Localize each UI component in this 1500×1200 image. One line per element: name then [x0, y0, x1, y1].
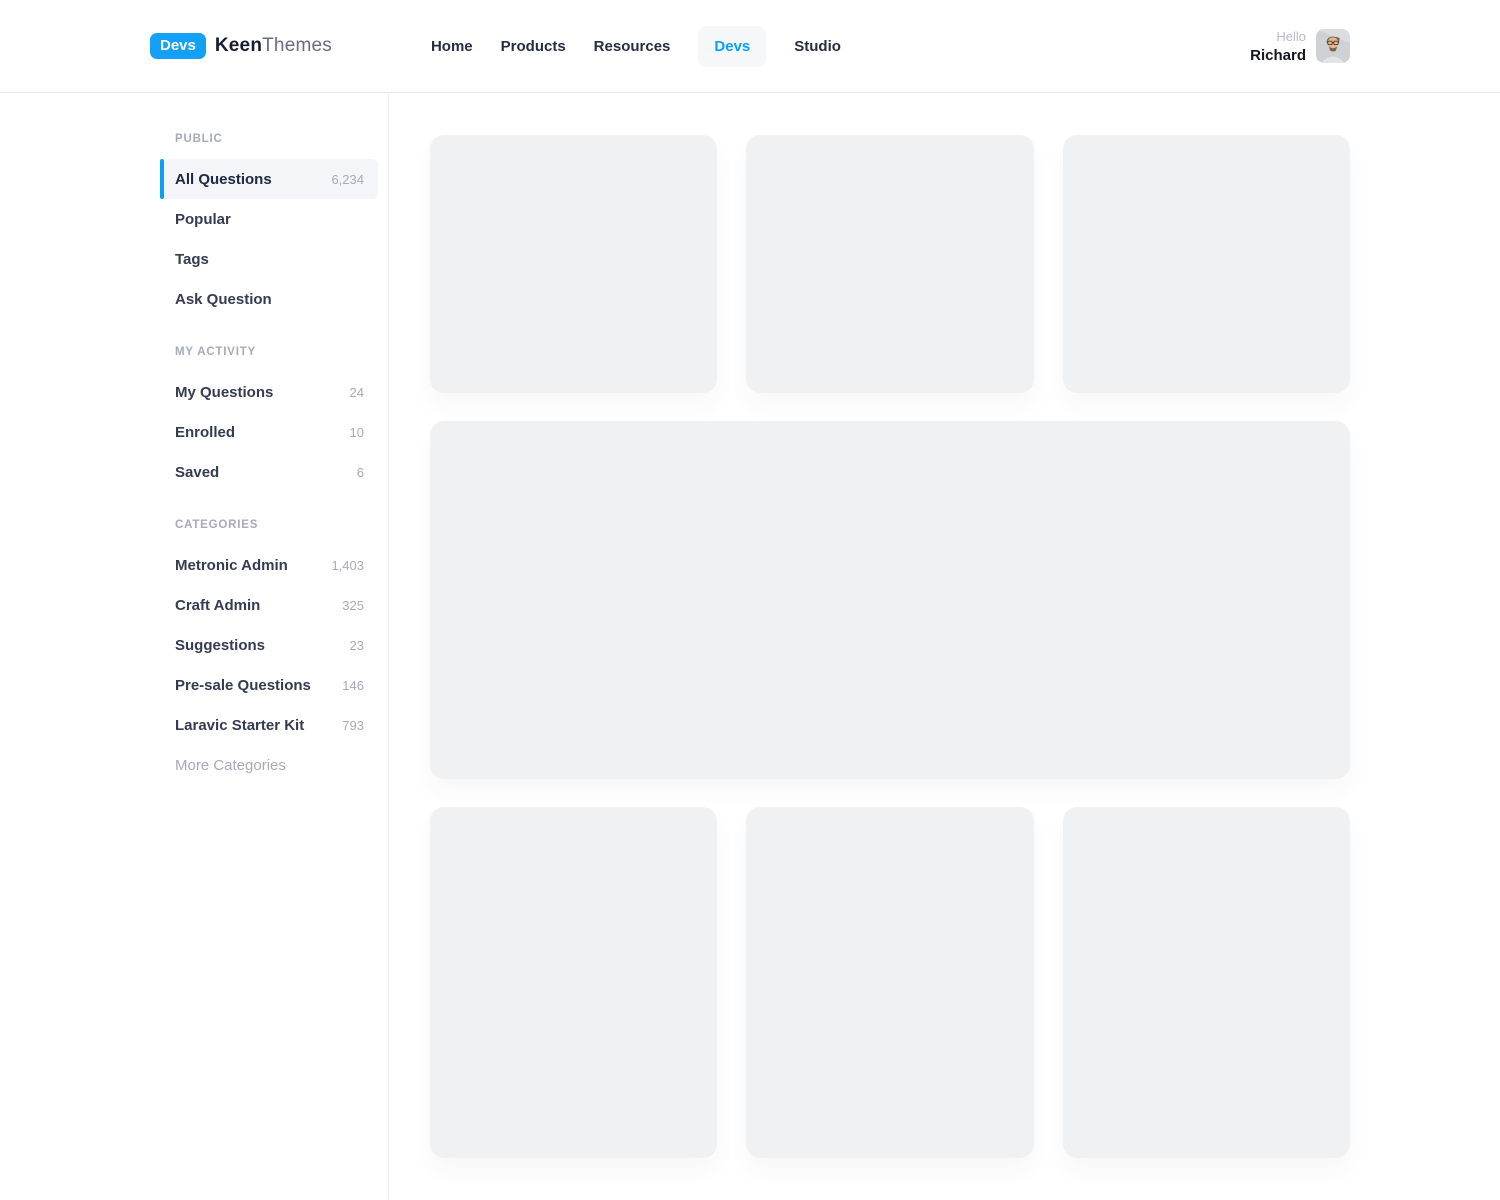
sidebar-item-count: 24 [350, 385, 364, 400]
placeholder-card [1063, 135, 1350, 393]
sidebar-item-count: 6,234 [331, 172, 364, 187]
sidebar-item-label: Metronic Admin [175, 557, 288, 574]
nav-item-products[interactable]: Products [501, 38, 566, 55]
sidebar-item-label: More Categories [175, 757, 286, 774]
sidebar-divider [388, 94, 389, 1200]
sidebar-item-label: Craft Admin [175, 597, 260, 614]
user-menu[interactable]: Hello Richard [1250, 29, 1350, 64]
user-name: Richard [1250, 47, 1306, 64]
placeholder-card-wide [430, 421, 1350, 779]
user-text: Hello Richard [1250, 29, 1306, 64]
sidebar-item-label: Ask Question [175, 291, 272, 308]
sidebar-item-laravic-starter-kit[interactable]: Laravic Starter Kit 793 [160, 705, 378, 745]
content-area [430, 135, 1350, 1158]
sidebar-item-label: Enrolled [175, 424, 235, 441]
sidebar-item-popular[interactable]: Popular [160, 199, 378, 239]
sidebar-item-my-questions[interactable]: My Questions 24 [160, 372, 378, 412]
sidebar-item-saved[interactable]: Saved 6 [160, 452, 378, 492]
sidebar-item-count: 23 [350, 638, 364, 653]
sidebar-section-title: CATEGORIES [160, 505, 378, 545]
sidebar-item-count: 793 [342, 718, 364, 733]
placeholder-card [1063, 807, 1350, 1158]
user-avatar[interactable] [1316, 29, 1350, 63]
sidebar-item-label: Laravic Starter Kit [175, 717, 304, 734]
main-nav: Home Products Resources Devs Studio [431, 26, 841, 67]
user-greeting: Hello [1250, 29, 1306, 44]
sidebar-item-count: 1,403 [331, 558, 364, 573]
brand-name-bold: Keen [215, 35, 262, 56]
sidebar-item-tags[interactable]: Tags [160, 239, 378, 279]
placeholder-card [430, 807, 717, 1158]
sidebar-item-label: Popular [175, 211, 231, 228]
nav-item-devs[interactable]: Devs [698, 26, 766, 67]
sidebar-item-label: Pre-sale Questions [175, 677, 311, 694]
sidebar-item-enrolled[interactable]: Enrolled 10 [160, 412, 378, 452]
brand-name-light: Themes [262, 35, 332, 56]
sidebar-section-title: MY ACTIVITY [160, 332, 378, 372]
sidebar-item-all-questions[interactable]: All Questions 6,234 [160, 159, 378, 199]
sidebar-item-count: 6 [357, 465, 364, 480]
sidebar-section-title: PUBLIC [160, 119, 378, 159]
sidebar-item-suggestions[interactable]: Suggestions 23 [160, 625, 378, 665]
sidebar-item-label: All Questions [175, 171, 272, 188]
placeholder-card [430, 135, 717, 393]
brand-badge: Devs [150, 33, 206, 59]
nav-item-studio[interactable]: Studio [794, 38, 841, 55]
sidebar-section-categories: CATEGORIES Metronic Admin 1,403 Craft Ad… [160, 505, 378, 785]
placeholder-card [746, 807, 1033, 1158]
sidebar: PUBLIC All Questions 6,234 Popular Tags … [160, 93, 378, 785]
sidebar-item-craft-admin[interactable]: Craft Admin 325 [160, 585, 378, 625]
sidebar-section-public: PUBLIC All Questions 6,234 Popular Tags … [160, 119, 378, 319]
sidebar-item-count: 325 [342, 598, 364, 613]
sidebar-item-label: Saved [175, 464, 219, 481]
sidebar-item-label: Tags [175, 251, 209, 268]
sidebar-item-more-categories[interactable]: More Categories [160, 745, 378, 785]
nav-item-home[interactable]: Home [431, 38, 473, 55]
top-header: Devs KeenThemes Home Products Resources … [0, 0, 1500, 93]
sidebar-section-my-activity: MY ACTIVITY My Questions 24 Enrolled 10 … [160, 332, 378, 492]
sidebar-item-count: 146 [342, 678, 364, 693]
sidebar-item-ask-question[interactable]: Ask Question [160, 279, 378, 319]
sidebar-item-label: My Questions [175, 384, 273, 401]
avatar-photo-icon [1316, 29, 1350, 63]
sidebar-item-count: 10 [350, 425, 364, 440]
sidebar-item-pre-sale-questions[interactable]: Pre-sale Questions 146 [160, 665, 378, 705]
brand-name: KeenThemes [215, 35, 332, 57]
sidebar-item-label: Suggestions [175, 637, 265, 654]
placeholder-card [746, 135, 1033, 393]
nav-item-resources[interactable]: Resources [594, 38, 671, 55]
sidebar-item-metronic-admin[interactable]: Metronic Admin 1,403 [160, 545, 378, 585]
brand-logo[interactable]: Devs KeenThemes [150, 33, 332, 59]
